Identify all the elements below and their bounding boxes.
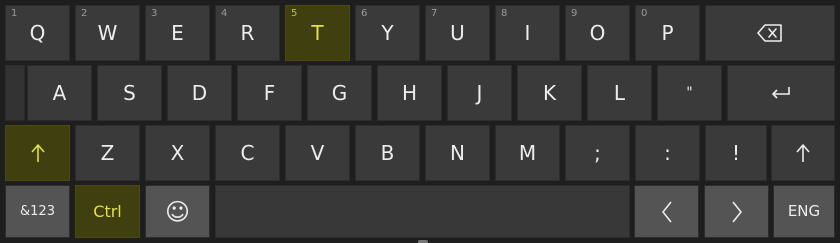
key-label: Q bbox=[29, 21, 46, 45]
backspace-icon bbox=[757, 24, 783, 42]
emoji-icon: ☺ bbox=[164, 197, 191, 226]
key-label: G bbox=[331, 81, 348, 105]
arrow-up-icon bbox=[795, 143, 811, 163]
key-label: V bbox=[310, 141, 325, 165]
key-quote[interactable]: " bbox=[657, 65, 722, 121]
key-r[interactable]: 4 R bbox=[215, 5, 280, 61]
spacebar[interactable] bbox=[215, 185, 630, 238]
key-p[interactable]: 0 P bbox=[635, 5, 700, 61]
language-key[interactable]: ENG bbox=[773, 185, 835, 238]
key-label: X bbox=[170, 141, 185, 165]
key-q[interactable]: 1 Q bbox=[5, 5, 70, 61]
key-f[interactable]: F bbox=[237, 65, 302, 121]
chevron-right-icon bbox=[731, 201, 743, 223]
key-s[interactable]: S bbox=[97, 65, 162, 121]
key-label: : bbox=[664, 141, 671, 165]
key-number-hint: 2 bbox=[81, 8, 88, 19]
ctrl-key[interactable]: Ctrl bbox=[75, 185, 140, 238]
key-label: A bbox=[52, 81, 67, 105]
backspace-key[interactable] bbox=[705, 5, 835, 61]
key-label: " bbox=[686, 85, 693, 101]
key-number-hint: 0 bbox=[641, 8, 648, 19]
shift-key[interactable] bbox=[5, 125, 70, 181]
key-o[interactable]: 9 O bbox=[565, 5, 630, 61]
key-label: N bbox=[450, 141, 465, 165]
key-label: F bbox=[263, 81, 276, 105]
key-n[interactable]: N bbox=[425, 125, 490, 181]
key-label: ! bbox=[731, 141, 741, 165]
key-label: B bbox=[380, 141, 395, 165]
key-label: W bbox=[97, 21, 118, 45]
key-label: K bbox=[542, 81, 557, 105]
key-label: Z bbox=[100, 141, 115, 165]
key-b[interactable]: B bbox=[355, 125, 420, 181]
key-label: S bbox=[123, 81, 136, 105]
key-semicolon[interactable]: ; bbox=[565, 125, 630, 181]
key-number-hint: 1 bbox=[11, 8, 18, 19]
key-label: P bbox=[661, 21, 674, 45]
key-c[interactable]: C bbox=[215, 125, 280, 181]
enter-key[interactable] bbox=[727, 65, 835, 121]
key-a[interactable]: A bbox=[27, 65, 92, 121]
key-t[interactable]: 5 T bbox=[285, 5, 350, 61]
key-label: U bbox=[450, 21, 465, 45]
key-label: ENG bbox=[787, 202, 821, 220]
key-label: I bbox=[524, 21, 531, 45]
key-label: ; bbox=[594, 141, 601, 165]
key-label: H bbox=[401, 81, 418, 105]
key-number-hint: 6 bbox=[361, 8, 368, 19]
key-i[interactable]: 8 I bbox=[495, 5, 560, 61]
key-w[interactable]: 2 W bbox=[75, 5, 140, 61]
key-colon[interactable]: : bbox=[635, 125, 700, 181]
arrow-up-key[interactable] bbox=[771, 125, 835, 181]
key-label: E bbox=[171, 21, 184, 45]
key-u[interactable]: 7 U bbox=[425, 5, 490, 61]
key-x[interactable]: X bbox=[145, 125, 210, 181]
touch-keyboard: 1 Q 2 W 3 E 4 R 5 T 6 Y 7 U 8 I 9 O 0 P bbox=[0, 0, 840, 243]
key-label: J bbox=[476, 81, 483, 105]
key-z[interactable]: Z bbox=[75, 125, 140, 181]
arrow-left-key[interactable] bbox=[634, 185, 699, 238]
key-number-hint: 9 bbox=[571, 8, 578, 19]
key-m[interactable]: M bbox=[495, 125, 560, 181]
key-label: L bbox=[613, 81, 626, 105]
key-k[interactable]: K bbox=[517, 65, 582, 121]
key-label: Y bbox=[381, 21, 394, 45]
key-number-hint: 5 bbox=[291, 8, 298, 19]
key-label: T bbox=[311, 21, 324, 45]
key-number-hint: 7 bbox=[431, 8, 438, 19]
key-label: &123 bbox=[20, 204, 55, 219]
key-label: O bbox=[589, 21, 606, 45]
shift-arrow-up-icon bbox=[30, 143, 46, 163]
key-label: C bbox=[240, 141, 255, 165]
key-d[interactable]: D bbox=[167, 65, 232, 121]
enter-icon bbox=[770, 85, 792, 101]
key-v[interactable]: V bbox=[285, 125, 350, 181]
key-exclamation[interactable]: ! bbox=[705, 125, 767, 181]
key-number-hint: 8 bbox=[501, 8, 508, 19]
symbols-key[interactable]: &123 bbox=[5, 185, 70, 238]
key-label: D bbox=[191, 81, 208, 105]
arrow-right-key[interactable] bbox=[704, 185, 769, 238]
key-j[interactable]: J bbox=[447, 65, 512, 121]
key-label: Ctrl bbox=[93, 201, 122, 221]
key-y[interactable]: 6 Y bbox=[355, 5, 420, 61]
chevron-left-icon bbox=[661, 201, 673, 223]
emoji-key[interactable]: ☺ bbox=[145, 185, 210, 238]
key-h[interactable]: H bbox=[377, 65, 442, 121]
key-label: M bbox=[518, 141, 537, 165]
tab-key[interactable] bbox=[5, 65, 25, 121]
key-number-hint: 4 bbox=[221, 8, 228, 19]
key-number-hint: 3 bbox=[151, 8, 158, 19]
key-g[interactable]: G bbox=[307, 65, 372, 121]
key-label: R bbox=[240, 21, 255, 45]
key-e[interactable]: 3 E bbox=[145, 5, 210, 61]
key-l[interactable]: L bbox=[587, 65, 652, 121]
